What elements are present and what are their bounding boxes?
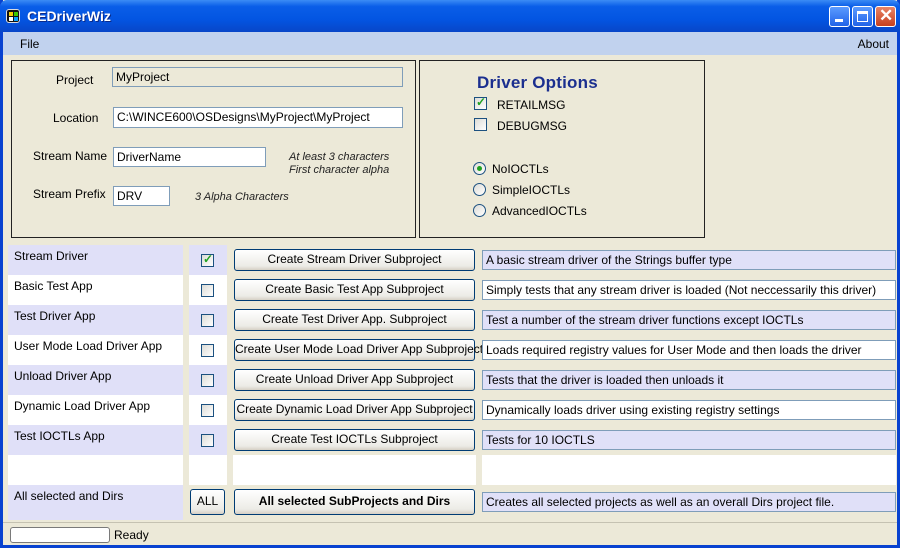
project-field: MyProject xyxy=(112,67,403,87)
row-checkbox[interactable] xyxy=(201,404,214,417)
minimize-icon xyxy=(835,19,843,22)
stream-name-hint-line-1: At least 3 characters xyxy=(289,151,390,163)
row-checkbox[interactable] xyxy=(201,314,214,327)
create-stream-driver-button[interactable]: Create Stream Driver Subproject xyxy=(234,249,475,271)
radio-no-ioctls[interactable] xyxy=(473,162,486,175)
row-label: Test IOCTLs App xyxy=(8,425,183,455)
row-checkbox[interactable] xyxy=(201,252,214,267)
radio-advanced-ioctls-label[interactable]: AdvancedIOCTLs xyxy=(492,204,587,218)
empty-row-checkbox-cell xyxy=(189,455,227,485)
row-label: Stream Driver xyxy=(8,245,183,275)
create-dynamic-load-driver-app-button[interactable]: Create Dynamic Load Driver App Subprojec… xyxy=(234,399,475,421)
row-description: A basic stream driver of the Strings buf… xyxy=(482,250,896,270)
menu-file[interactable]: File xyxy=(20,37,39,51)
maximize-button[interactable] xyxy=(852,6,873,27)
driver-options-title: Driver Options xyxy=(477,73,598,92)
radio-simple-ioctls-label[interactable]: SimpleIOCTLs xyxy=(492,183,570,197)
maximize-icon xyxy=(857,11,868,22)
radio-no-ioctls-label[interactable]: NoIOCTLs xyxy=(492,162,549,176)
stream-name-label: Stream Name xyxy=(33,149,108,163)
radio-simple-ioctls[interactable] xyxy=(473,183,486,196)
create-test-driver-app-button[interactable]: Create Test Driver App. Subproject xyxy=(234,309,475,331)
create-user-mode-load-driver-app-button[interactable]: Create User Mode Load Driver App Subproj… xyxy=(234,339,483,361)
row-checkbox[interactable] xyxy=(201,344,214,357)
row-checkbox-cell xyxy=(189,365,227,395)
menu-about[interactable]: About xyxy=(858,37,889,51)
main-window: CEDriverWiz ✕ File About Project MyProje… xyxy=(0,0,900,548)
all-button[interactable]: ALL xyxy=(190,489,225,515)
project-group: Project MyProject Location C:\WINCE600\O… xyxy=(11,60,416,238)
create-basic-test-app-button[interactable]: Create Basic Test App Subproject xyxy=(234,279,475,301)
empty-row-label xyxy=(8,455,183,485)
stream-name-field[interactable]: DriverName xyxy=(113,147,266,167)
row-description: Dynamically loads driver using existing … xyxy=(482,400,896,420)
close-button[interactable]: ✕ xyxy=(875,6,896,27)
row-description: Tests for 10 IOCTLS xyxy=(482,430,896,450)
stream-prefix-label: Stream Prefix xyxy=(33,187,106,201)
retailmsg-checkbox[interactable] xyxy=(474,95,487,110)
row-checkbox-cell xyxy=(189,245,227,275)
create-test-ioctls-button[interactable]: Create Test IOCTLs Subproject xyxy=(234,429,475,451)
location-label: Location xyxy=(53,111,99,125)
row-label: Basic Test App xyxy=(8,275,183,305)
row-description: Tests that the driver is loaded then unl… xyxy=(482,370,896,390)
stream-name-hint: At least 3 characters First character al… xyxy=(289,151,389,177)
all-selected-subprojects-button[interactable]: All selected SubProjects and Dirs xyxy=(234,489,475,515)
row-checkbox-cell xyxy=(189,395,227,425)
all-row-description: Creates all selected projects as well as… xyxy=(482,492,896,512)
row-label: Test Driver App xyxy=(8,305,183,335)
radio-advanced-ioctls[interactable] xyxy=(473,204,486,217)
debugmsg-label[interactable]: DEBUGMSG xyxy=(497,119,567,133)
empty-row-button-cell xyxy=(233,455,476,485)
retailmsg-label[interactable]: RETAILMSG xyxy=(497,98,565,112)
empty-row-description-cell xyxy=(482,455,896,485)
create-unload-driver-app-button[interactable]: Create Unload Driver App Subproject xyxy=(234,369,475,391)
driver-options-group: Driver Options RETAILMSG DEBUGMSG NoIOCT… xyxy=(419,60,705,238)
row-label: Unload Driver App xyxy=(8,365,183,395)
row-description: Loads required registry values for User … xyxy=(482,340,896,360)
all-row-label: All selected and Dirs xyxy=(8,485,183,520)
menu-bar: File About xyxy=(3,32,897,55)
location-field[interactable]: C:\WINCE600\OSDesigns\MyProject\MyProjec… xyxy=(113,107,403,128)
app-icon xyxy=(6,9,20,23)
window-title: CEDriverWiz xyxy=(27,8,111,24)
row-label: User Mode Load Driver App xyxy=(8,335,183,365)
row-checkbox-cell xyxy=(189,275,227,305)
title-bar[interactable]: CEDriverWiz ✕ xyxy=(0,0,900,32)
stream-prefix-field[interactable]: DRV xyxy=(113,186,170,206)
stream-name-hint-line-2: First character alpha xyxy=(289,164,390,176)
status-bar: Ready xyxy=(3,522,897,545)
status-progress-box xyxy=(10,527,110,543)
row-checkbox-cell xyxy=(189,305,227,335)
status-text: Ready xyxy=(114,528,149,542)
row-label: Dynamic Load Driver App xyxy=(8,395,183,425)
row-checkbox[interactable] xyxy=(201,284,214,297)
project-label: Project xyxy=(56,73,94,87)
row-checkbox-cell xyxy=(189,425,227,455)
minimize-button[interactable] xyxy=(829,6,850,27)
stream-prefix-hint: 3 Alpha Characters xyxy=(195,191,289,203)
close-icon: ✕ xyxy=(879,6,894,25)
debugmsg-checkbox[interactable] xyxy=(474,118,487,131)
row-description: Test a number of the stream driver funct… xyxy=(482,310,896,330)
row-checkbox[interactable] xyxy=(201,434,214,447)
row-description: Simply tests that any stream driver is l… xyxy=(482,280,896,300)
row-checkbox[interactable] xyxy=(201,374,214,387)
row-checkbox-cell xyxy=(189,335,227,365)
